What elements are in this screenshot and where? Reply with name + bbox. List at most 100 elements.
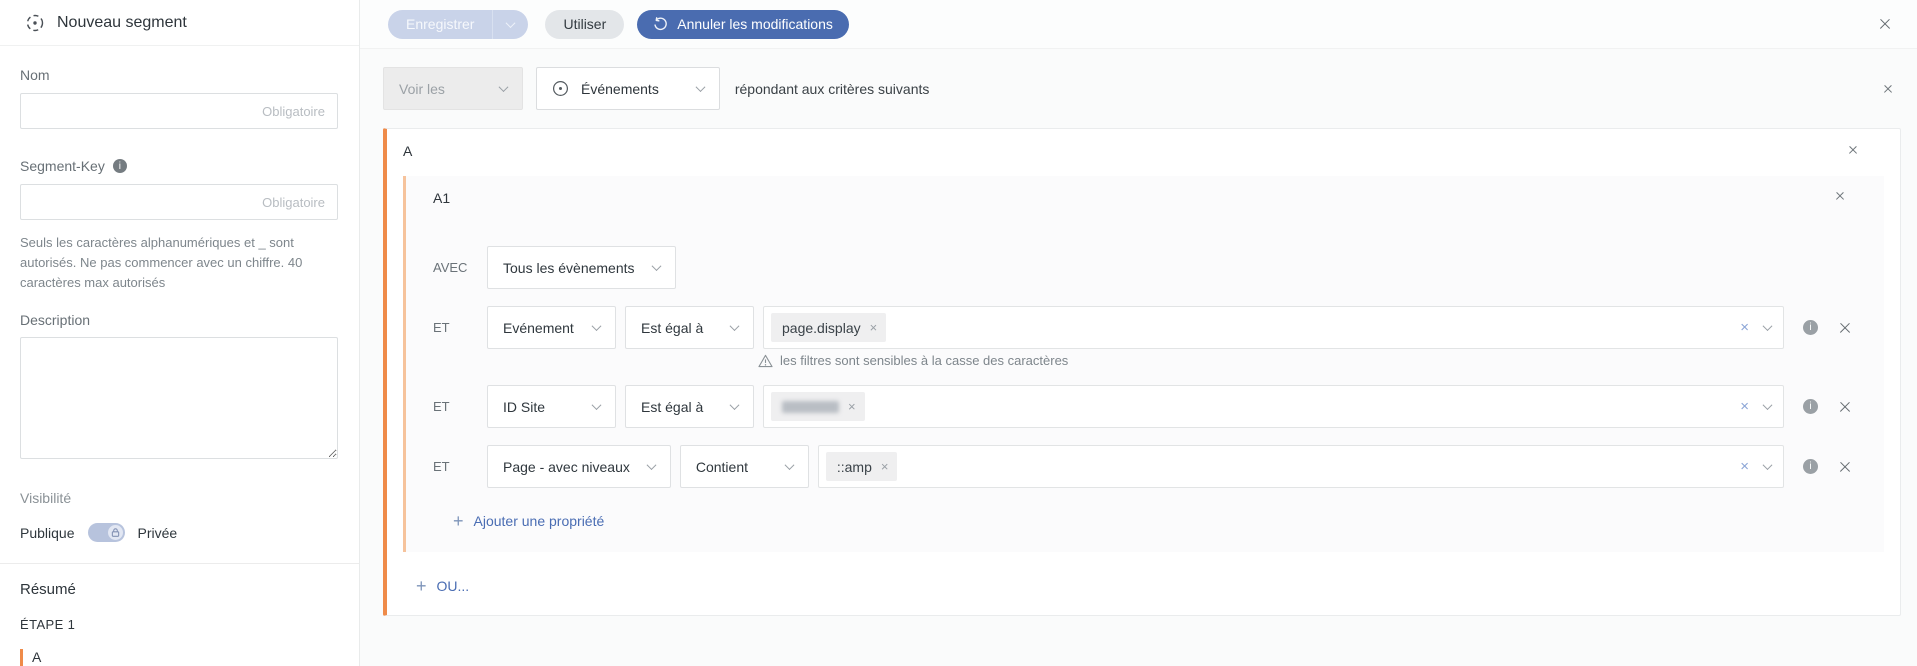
group-label: A (403, 143, 413, 159)
property-select-value: Page - avec niveaux (503, 458, 630, 475)
plus-icon: + (453, 511, 464, 531)
info-icon[interactable]: i (1803, 320, 1818, 335)
view-select: Voir les (383, 67, 523, 110)
description-label: Description (20, 312, 91, 328)
remove-subgroup-icon[interactable] (1833, 189, 1847, 203)
chevron-down-icon (646, 460, 657, 471)
operator-select[interactable]: Est égal à (625, 306, 754, 349)
filter-row-block: ET ID Site Est égal à × × i (406, 385, 1852, 428)
save-button[interactable]: Enregistrer (388, 10, 492, 39)
segment-target-icon (26, 14, 44, 31)
chevron-down-icon[interactable] (1762, 400, 1773, 411)
value-input-field[interactable]: ::amp × × (817, 445, 1784, 488)
filter-row: ET Page - avec niveaux Contient ::amp × ×… (433, 445, 1852, 488)
condition-group-a: A A1 AVEC Tous les évènements ET Evéneme… (383, 128, 1901, 616)
value-input-field[interactable]: page.display × × (763, 306, 1784, 349)
segment-sidebar: Nouveau segment Nom Segment-Key i Seuls … (0, 0, 360, 666)
chevron-down-icon (506, 17, 516, 28)
remove-scope-icon[interactable] (1881, 82, 1895, 96)
visibility-label: Visibilité (20, 490, 72, 506)
segment-key-label-text: Segment-Key (20, 158, 105, 174)
info-icon[interactable]: i (1803, 459, 1818, 474)
chip-label: page.display (782, 319, 861, 336)
description-textarea[interactable] (20, 337, 338, 459)
toolbar: Enregistrer Utiliser Annuler les modific… (360, 0, 1917, 49)
target-icon (552, 80, 569, 97)
condition-subgroup-a1: A1 AVEC Tous les évènements ET Evénement (403, 176, 1884, 552)
clear-values-icon[interactable]: × (1740, 399, 1749, 414)
value-chips: ::amp × (825, 452, 898, 481)
event-scope-select[interactable]: Tous les évènements (487, 246, 676, 289)
property-select[interactable]: Evénement (487, 306, 616, 349)
chip-remove-icon[interactable]: × (870, 321, 878, 334)
remove-row-icon[interactable] (1838, 400, 1852, 414)
view-select-value: Voir les (399, 80, 445, 97)
app-window: Nouveau segment Nom Segment-Key i Seuls … (0, 0, 1917, 666)
remove-row-icon[interactable] (1838, 460, 1852, 474)
save-options-button[interactable] (492, 9, 528, 39)
undo-icon (654, 16, 668, 30)
operator-select-value: Est égal à (641, 398, 704, 415)
filter-row-block: ET Page - avec niveaux Contient ::amp × ×… (406, 445, 1852, 488)
summary-step-item-a[interactable]: A (20, 649, 339, 666)
scope-row: Voir les Événements répondant aux critèr… (383, 67, 1895, 110)
chip-remove-icon[interactable]: × (881, 460, 889, 473)
operator-select[interactable]: Est égal à (625, 385, 754, 428)
value-input-field[interactable]: × × (763, 385, 1784, 428)
filter-rows: ET Evénement Est égal à page.display × × … (406, 306, 1852, 488)
segment-key-help: Seuls les caractères alphanumériques et … (20, 233, 338, 293)
field-controls: × (1740, 320, 1773, 335)
operator-select[interactable]: Contient (679, 445, 809, 488)
property-select-value: ID Site (503, 398, 546, 415)
summary-section: Résumé ÉTAPE 1 A (0, 563, 359, 666)
summary-title: Résumé (20, 581, 76, 598)
clear-values-icon[interactable]: × (1740, 320, 1749, 335)
entity-select[interactable]: Événements (536, 67, 720, 110)
property-select[interactable]: ID Site (487, 385, 616, 428)
cancel-changes-button[interactable]: Annuler les modifications (637, 9, 849, 39)
plus-icon: + (416, 576, 427, 596)
close-editor-icon[interactable] (1878, 17, 1892, 31)
property-select-value: Evénement (503, 319, 574, 336)
operator-select-value: Est égal à (641, 319, 704, 336)
name-input[interactable] (20, 93, 338, 129)
chevron-down-icon (591, 321, 602, 332)
visibility-public-label: Publique (20, 524, 75, 541)
use-button[interactable]: Utiliser (545, 9, 625, 39)
add-property-button[interactable]: + Ajouter une propriété (453, 511, 604, 531)
chip-remove-icon[interactable]: × (848, 400, 856, 413)
subgroup-label: A1 (433, 190, 451, 206)
segment-key-label: Segment-Key i (20, 158, 338, 174)
page-title: Nouveau segment (57, 13, 187, 31)
value-chips: × (771, 392, 865, 421)
remove-row-icon[interactable] (1838, 321, 1852, 335)
add-or-group-button[interactable]: + OU... (416, 576, 469, 596)
chevron-down-icon (651, 261, 661, 272)
filter-row-block: ET Evénement Est égal à page.display × × … (406, 306, 1852, 368)
visibility-toggle[interactable] (87, 523, 125, 542)
with-connector-label: AVEC (433, 260, 468, 275)
entity-select-value: Événements (581, 80, 659, 97)
clear-values-icon[interactable]: × (1740, 459, 1749, 474)
chevron-down-icon (498, 82, 509, 93)
criteria-suffix-text: répondant aux critères suivants (734, 80, 930, 97)
field-controls: × (1740, 399, 1773, 414)
builder-content: Voir les Événements répondant aux critèr… (360, 49, 1917, 666)
remove-group-icon[interactable] (1846, 143, 1860, 157)
segment-key-input[interactable] (20, 184, 338, 220)
chevron-down-icon[interactable] (1762, 321, 1773, 332)
sidebar-header: Nouveau segment (0, 0, 359, 46)
value-chip: page.display × (771, 313, 887, 342)
chip-label (782, 400, 839, 413)
property-select[interactable]: Page - avec niveaux (487, 445, 671, 488)
main-area: Enregistrer Utiliser Annuler les modific… (360, 0, 1917, 666)
chevron-down-icon (729, 321, 740, 332)
filter-row: ET ID Site Est égal à × × i (433, 385, 1852, 428)
chevron-down-icon[interactable] (1762, 460, 1773, 471)
and-connector-label: ET (433, 320, 450, 335)
value-chip: × (771, 392, 865, 421)
info-icon[interactable]: i (112, 159, 127, 173)
case-sensitivity-warning: les filtres sont sensibles à la casse de… (758, 353, 1852, 368)
info-icon[interactable]: i (1803, 399, 1818, 414)
and-connector-label: ET (433, 459, 450, 474)
